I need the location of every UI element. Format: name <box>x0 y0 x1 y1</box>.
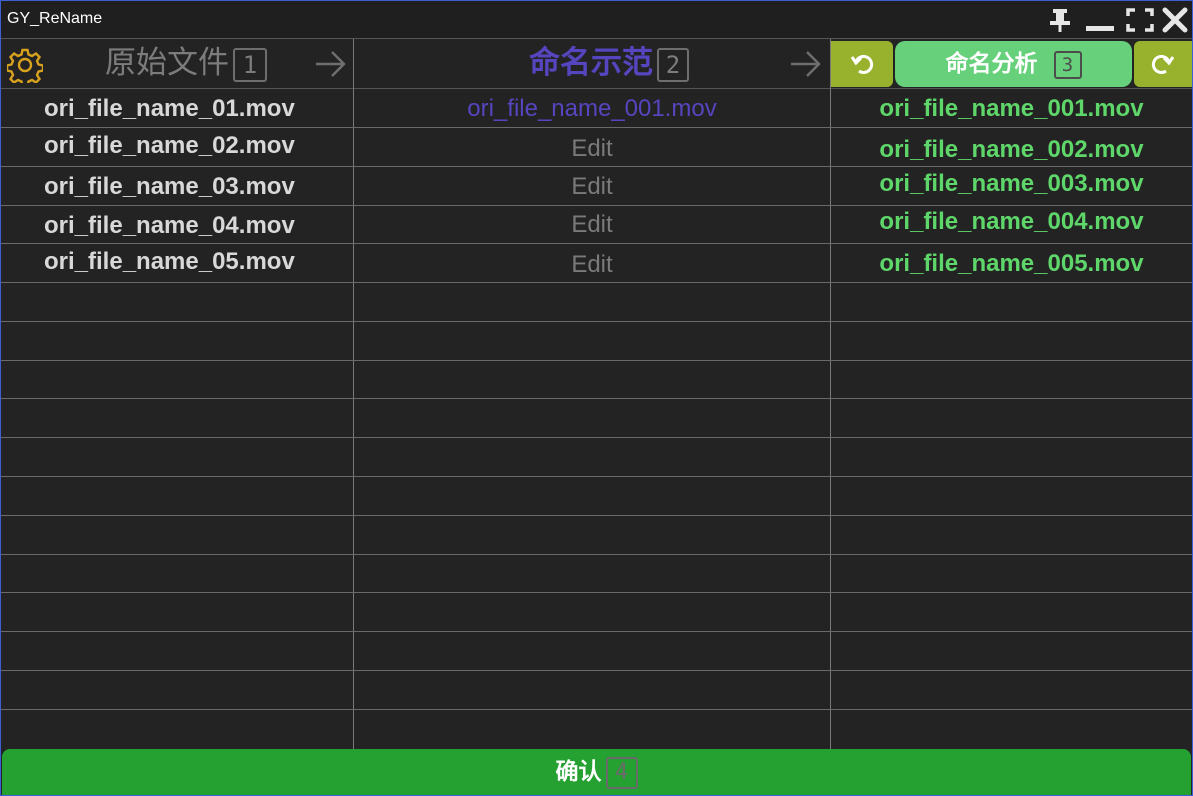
arrow-right-icon <box>791 51 821 77</box>
edit-cell[interactable]: Edit <box>354 135 830 163</box>
row-separator <box>1 631 1192 632</box>
row-separator <box>1 437 1192 438</box>
analyze-naming-button[interactable]: 命名分析 3 <box>895 41 1132 87</box>
header-original-label: 原始文件 <box>105 45 229 81</box>
step-badge-4: 4 <box>605 756 638 789</box>
fullscreen-icon[interactable] <box>1126 7 1154 33</box>
header-example-label: 命名示范 <box>529 45 653 81</box>
edit-cell[interactable]: Edit <box>354 173 830 201</box>
row-separator <box>1 243 1192 244</box>
redo-icon <box>1151 55 1175 74</box>
row-separator <box>1 360 1192 361</box>
confirm-label: 确认 <box>555 759 602 785</box>
renamed-file-name: ori_file_name_005.mov <box>879 250 1144 277</box>
row-separator <box>1 709 1192 710</box>
arrow-right-icon <box>316 51 346 77</box>
gear-icon[interactable] <box>7 47 43 83</box>
header-original-files: 原始文件 1 <box>105 39 267 88</box>
row-separator <box>1 670 1192 671</box>
naming-example-input[interactable]: ori_file_name_001.mov <box>354 95 830 123</box>
row-separator <box>1 282 1192 283</box>
row-separator <box>1 127 1192 128</box>
row-separator <box>1 592 1192 593</box>
close-icon[interactable] <box>1162 7 1188 33</box>
edit-cell[interactable]: Edit <box>354 211 830 239</box>
row-separator <box>1 321 1192 322</box>
renamed-file-name: ori_file_name_001.mov <box>879 95 1144 122</box>
row-separator <box>1 554 1192 555</box>
confirm-button[interactable]: 确认 4 <box>2 749 1191 795</box>
renamed-file-name: ori_file_name_002.mov <box>879 136 1144 163</box>
original-file-name: ori_file_name_05.mov <box>44 248 295 275</box>
row-separator <box>1 476 1192 477</box>
original-file-name: ori_file_name_02.mov <box>44 132 295 159</box>
step-badge-2: 2 <box>657 47 689 82</box>
minimize-icon[interactable] <box>1084 7 1116 33</box>
edit-cell[interactable]: Edit <box>354 251 830 279</box>
analyze-label: 命名分析 <box>945 51 1038 77</box>
window-title: GY_ReName <box>7 10 103 27</box>
renamed-file-name: ori_file_name_003.mov <box>879 170 1144 197</box>
row-separator <box>1 398 1192 399</box>
original-file-name: ori_file_name_03.mov <box>44 173 295 200</box>
original-file-name: ori_file_name_01.mov <box>44 95 295 122</box>
title-bar: GY_ReName <box>1 1 1192 39</box>
row-separator <box>1 205 1192 206</box>
redo-button[interactable] <box>1134 41 1192 87</box>
row-separator <box>1 166 1192 167</box>
step-badge-1: 1 <box>233 47 267 82</box>
undo-button[interactable] <box>831 41 893 87</box>
header-naming-example: 命名示范 2 <box>529 39 689 88</box>
renamed-file-name: ori_file_name_004.mov <box>879 208 1144 235</box>
row-separator <box>1 515 1192 516</box>
step-badge-3: 3 <box>1053 50 1082 79</box>
app-window: GY_ReName 原始文件 1 命名示范 2 命名分析 3 ori_file_… <box>0 0 1193 796</box>
original-file-name: ori_file_name_04.mov <box>44 212 295 239</box>
pin-icon[interactable] <box>1047 7 1073 33</box>
undo-icon <box>850 55 874 74</box>
